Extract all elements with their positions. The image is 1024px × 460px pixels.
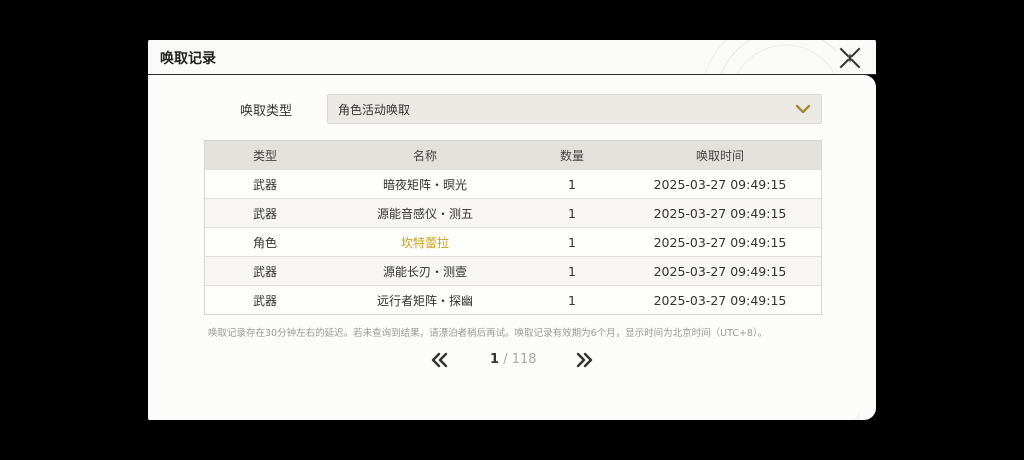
header-decoration-icon (704, 40, 836, 74)
page-separator: / (503, 352, 508, 367)
row-name: 源能长刃・测壹 (382, 264, 467, 279)
close-icon[interactable] (838, 46, 862, 70)
footnote: 唤取记录存在30分钟左右的延迟。若未查询到结果，请漂泊者稍后再试。唤取记录有效期… (208, 328, 768, 339)
table-row: 武器 源能长刃・测壹 1 2025-03-27 09:49:15 (205, 256, 821, 285)
table-row: 武器 源能音感仪・测五 1 2025-03-27 09:49:15 (205, 198, 821, 227)
row-time: 2025-03-27 09:49:15 (653, 263, 787, 279)
history-table: 类型 名称 数量 唤取时间 武器 暗夜矩阵・暝光 1 2025-03-27 09… (204, 140, 822, 315)
row-name: 暗夜矩阵・暝光 (382, 177, 467, 192)
row-type: 角色 (252, 235, 277, 250)
gacha-type-selected: 角色活动唤取 (338, 103, 411, 117)
row-quantity: 1 (568, 292, 576, 308)
header-quantity: 数量 (559, 148, 584, 163)
row-quantity: 1 (568, 234, 576, 250)
table-row: 角色 坎特蕾拉 1 2025-03-27 09:49:15 (205, 227, 821, 256)
double-chevron-right-icon[interactable] (574, 350, 594, 370)
total-pages: 118 (511, 352, 537, 367)
current-page: 1 (490, 352, 500, 367)
chevron-down-icon (795, 104, 811, 114)
row-name-highlighted: 坎特蕾拉 (400, 235, 449, 250)
row-name: 远行者矩阵・探幽 (376, 293, 473, 308)
header-name: 名称 (412, 148, 437, 163)
row-type: 武器 (252, 206, 277, 221)
dialog-title: 唤取记录 (160, 51, 216, 67)
table-row: 武器 暗夜矩阵・暝光 1 2025-03-27 09:49:15 (205, 169, 821, 198)
row-time: 2025-03-27 09:49:15 (653, 205, 787, 221)
filter-label: 唤取类型 (240, 104, 293, 119)
row-name: 源能音感仪・测五 (376, 206, 473, 221)
table-row: 武器 远行者矩阵・探幽 1 2025-03-27 09:49:15 (205, 285, 821, 314)
header-type: 类型 (252, 148, 277, 163)
row-type: 武器 (252, 264, 277, 279)
row-quantity: 1 (568, 176, 576, 192)
row-time: 2025-03-27 09:49:15 (653, 176, 787, 192)
gacha-type-select[interactable]: 角色活动唤取 (327, 94, 822, 124)
row-type: 武器 (252, 293, 277, 308)
row-time: 2025-03-27 09:49:15 (653, 234, 787, 250)
page-indicator: 1 / 118 (490, 352, 537, 367)
row-quantity: 1 (568, 205, 576, 221)
row-time: 2025-03-27 09:49:15 (653, 292, 787, 308)
row-type: 武器 (252, 177, 277, 192)
table-header: 类型 名称 数量 唤取时间 (205, 141, 821, 169)
double-chevron-left-icon[interactable] (430, 350, 450, 370)
dialog-header: 唤取记录 (148, 40, 876, 75)
gacha-history-dialog: 唤取记录 唤取类型 角色活动唤取 类型 名称 数量 唤取时间 武器 暗夜矩阵・暝… (148, 40, 876, 420)
pagination: 1 / 118 (148, 350, 876, 374)
row-quantity: 1 (568, 263, 576, 279)
header-time: 唤取时间 (695, 148, 744, 163)
